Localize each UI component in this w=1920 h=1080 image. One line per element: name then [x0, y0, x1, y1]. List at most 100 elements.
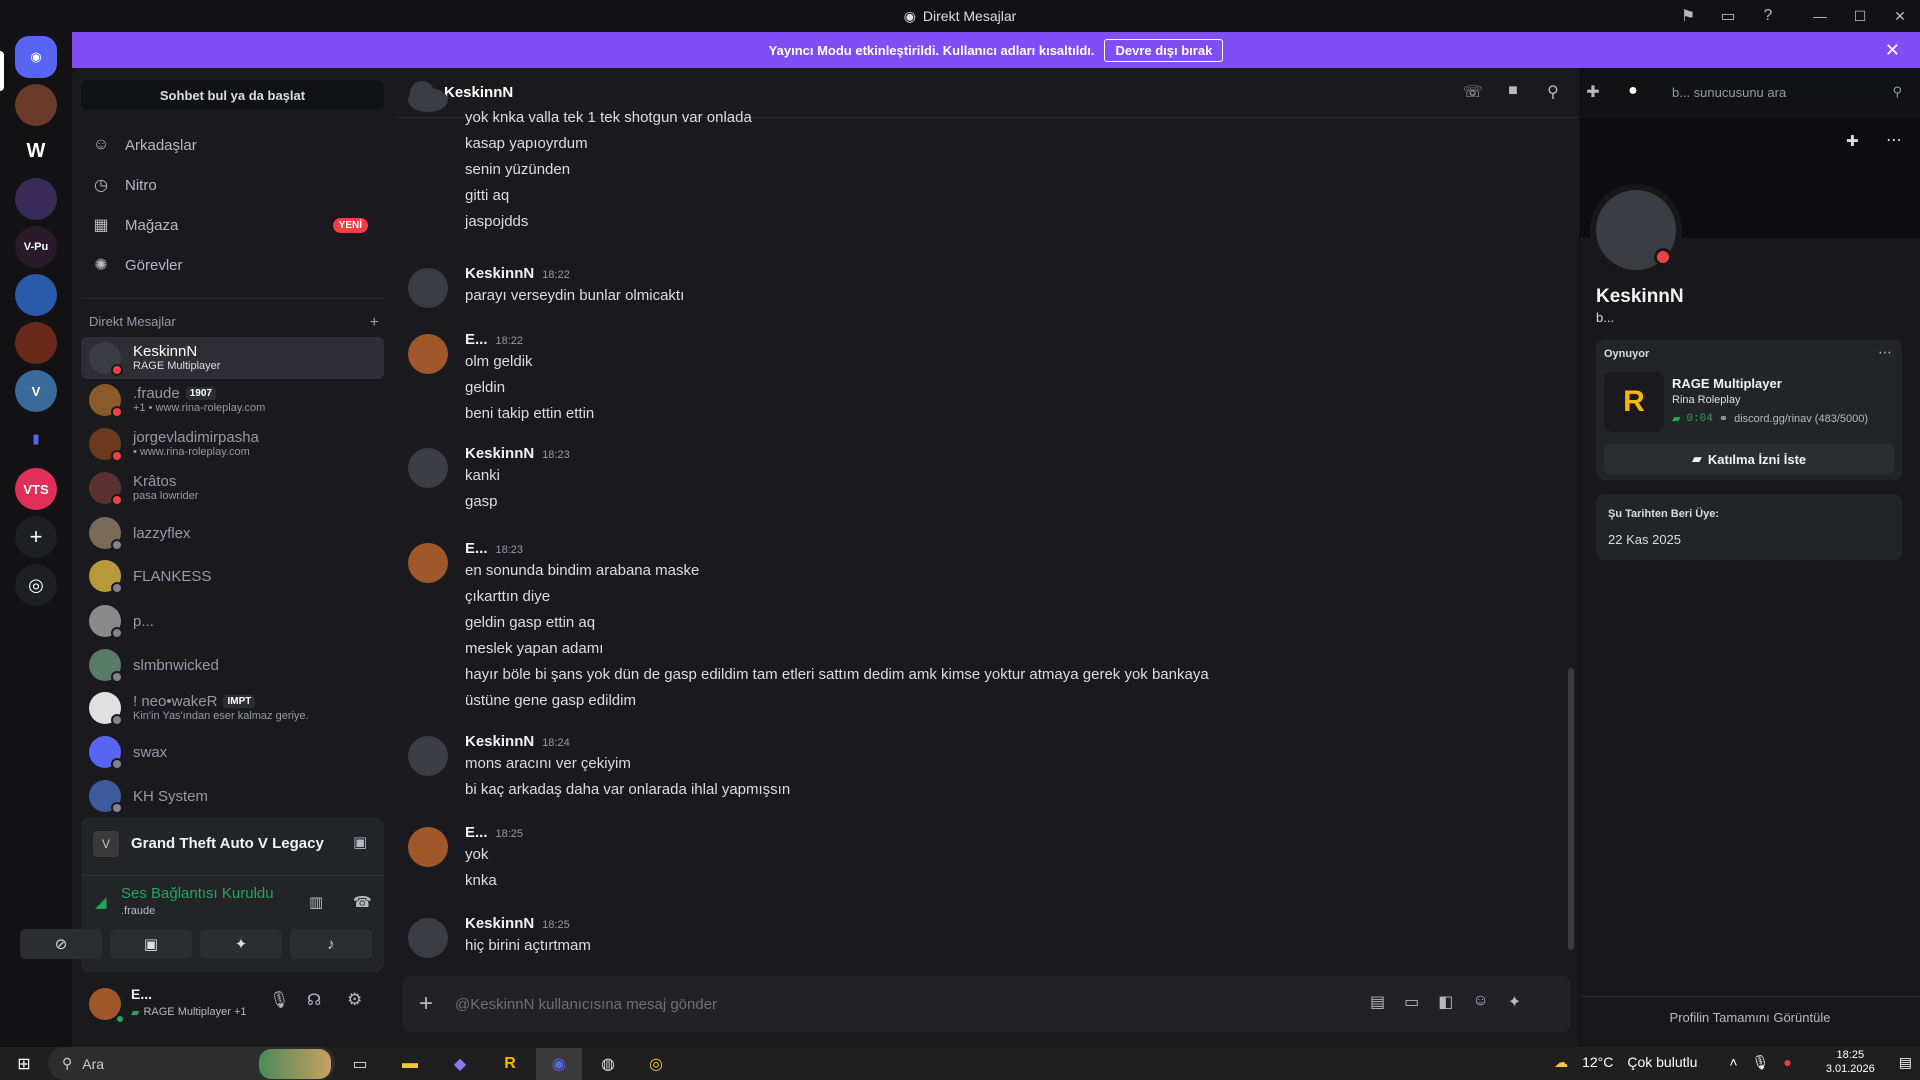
server-icon[interactable] [15, 178, 57, 220]
rage-mp-taskbar-icon[interactable]: R [492, 1048, 528, 1080]
message-avatar[interactable] [408, 827, 448, 867]
settings-gear-icon[interactable]: ⚙ [347, 990, 362, 1010]
user-profile-icon[interactable]: ● [1622, 82, 1644, 102]
activity-icon[interactable]: ▣ [353, 833, 367, 851]
close-icon[interactable]: ✕ [1880, 8, 1920, 25]
signal-icon[interactable]: ◢ [95, 893, 107, 911]
message-avatar[interactable] [408, 543, 448, 583]
message-avatar[interactable] [408, 736, 448, 776]
clock[interactable]: 18:25 3.01.2026 [1826, 1048, 1875, 1076]
headphones-icon[interactable]: ☊ [307, 990, 321, 1010]
message-author[interactable]: KeskinnN [465, 733, 534, 750]
windows-start-icon[interactable]: ⊞ [6, 1048, 42, 1080]
message-avatar[interactable] [408, 88, 448, 112]
nav-friends[interactable]: ☺ Arkadaşlar [81, 126, 384, 164]
apps-icon[interactable]: ✦ [1508, 992, 1521, 1012]
nav-shop[interactable]: ▦ Mağaza YENİ [81, 206, 384, 244]
message-avatar[interactable] [408, 918, 448, 958]
disconnect-icon[interactable]: ☎ [353, 893, 372, 911]
server-icon[interactable]: V-Pu [15, 226, 57, 268]
dm-item[interactable]: .fraude 1907 +1 • www.rina-roleplay.com [81, 379, 384, 421]
message-avatar[interactable] [408, 334, 448, 374]
activities-button[interactable]: ✦ [200, 929, 282, 959]
add-server-icon[interactable]: + [15, 516, 57, 558]
more-options-icon[interactable]: ⋯ [1886, 130, 1902, 150]
tray-chevron-icon[interactable]: ˄ [1729, 1054, 1737, 1070]
server-icon[interactable] [15, 322, 57, 364]
dm-item[interactable]: lazzyflex [81, 512, 384, 554]
copilot-icon[interactable]: ◆ [442, 1048, 478, 1080]
view-full-profile-link[interactable]: Profilin Tamamını Görüntüle [1580, 1010, 1920, 1025]
chat-recipient[interactable]: KeskinnN [444, 84, 513, 101]
voice-call-icon[interactable]: ☏ [1462, 82, 1484, 102]
maximize-icon[interactable]: ☐ [1840, 8, 1880, 25]
soundboard-button[interactable]: ♪ [290, 929, 372, 959]
pin-icon[interactable]: ⚲ [1542, 82, 1564, 102]
gift-icon[interactable]: ▤ [1370, 992, 1385, 1012]
close-icon[interactable]: ✕ [1885, 40, 1900, 61]
discover-icon[interactable]: ◎ [15, 564, 57, 606]
server-icon[interactable] [15, 84, 57, 126]
minimize-icon[interactable]: — [1800, 8, 1840, 24]
dm-item[interactable]: ! neo•wakeR IMPT Kin'in Yas'ından eser kal… [81, 687, 384, 729]
home-discord-icon[interactable]: ◉ [15, 36, 57, 78]
task-view-icon[interactable]: ▭ [342, 1048, 378, 1080]
dm-item[interactable]: p... [81, 600, 384, 642]
ask-to-join-button[interactable]: ▰ Katılma İzni İste [1604, 444, 1894, 474]
screen-share-icon[interactable]: ▭ [1716, 5, 1740, 27]
help-icon[interactable]: ? [1756, 5, 1780, 27]
nav-nitro[interactable]: ◷ Nitro [81, 166, 384, 204]
chrome-icon[interactable]: ◎ [638, 1048, 674, 1080]
find-conversation-button[interactable]: Sohbet bul ya da başlat [81, 80, 384, 110]
chat-scrollbar[interactable] [1568, 668, 1574, 950]
emoji-icon[interactable]: ☺ [1472, 992, 1488, 1012]
dm-item[interactable]: KeskinnN RAGE Multiplayer [81, 337, 384, 379]
dm-item[interactable]: FLANKESS [81, 555, 384, 597]
microphone-icon[interactable]: 🎙︎ [269, 990, 289, 1010]
folder-icon[interactable]: ▮ [21, 424, 51, 454]
add-friend-icon[interactable]: ✚ [1846, 132, 1859, 150]
microphone-tray-icon[interactable]: 🎙︎ [1752, 1054, 1770, 1071]
attach-plus-icon[interactable]: + [419, 990, 433, 1018]
message-author[interactable]: E... [465, 540, 488, 557]
dm-item[interactable]: swax [81, 731, 384, 773]
disable-streamer-mode-button[interactable]: Devre dışı bırak [1104, 38, 1224, 62]
server-icon[interactable]: W [15, 130, 57, 172]
gif-icon[interactable]: ▭ [1404, 992, 1419, 1012]
voice-connected-label[interactable]: Ses Bağlantısı Kuruldu [121, 885, 274, 902]
noise-suppression-icon[interactable]: ▥ [309, 893, 323, 911]
app-taskbar-icon[interactable]: ◍ [590, 1048, 626, 1080]
quests-flag-icon[interactable]: ⚑ [1676, 5, 1700, 27]
sticker-icon[interactable]: ◧ [1438, 992, 1453, 1012]
screen-share-button[interactable]: ▣ [110, 929, 192, 959]
message-author[interactable]: KeskinnN [465, 915, 534, 932]
dm-item[interactable]: jorgevladimirpasha • www.rina-roleplay.co… [81, 423, 384, 465]
tray-app-icon[interactable]: ● [1783, 1054, 1791, 1070]
add-friends-to-dm-icon[interactable]: ✚ [1582, 82, 1604, 102]
voice-channel[interactable]: .fraude [121, 905, 155, 917]
search-input[interactable]: b... sunucusunu ara ⚲ [1664, 79, 1910, 107]
notifications-icon[interactable]: ▤ [1899, 1054, 1912, 1071]
discord-taskbar-icon[interactable]: ◉ [536, 1048, 582, 1080]
server-icon[interactable]: VTS [15, 468, 57, 510]
message-avatar[interactable] [408, 268, 448, 308]
message-author[interactable]: KeskinnN [465, 445, 534, 462]
message-author[interactable]: KeskinnN [465, 265, 534, 282]
server-icon[interactable] [15, 274, 57, 316]
username[interactable]: E... [131, 986, 152, 1002]
message-text: knka [465, 872, 497, 889]
create-dm-icon[interactable]: + [370, 314, 379, 332]
message-author[interactable]: E... [465, 824, 488, 841]
message-author[interactable]: E... [465, 331, 488, 348]
dm-item[interactable]: slmbnwicked [81, 644, 384, 686]
video-call-icon[interactable]: ■ [1502, 82, 1524, 102]
file-explorer-icon[interactable]: ▬ [392, 1048, 428, 1080]
message-avatar[interactable] [408, 448, 448, 488]
nav-quests[interactable]: ✺ Görevler [81, 246, 384, 284]
dm-item[interactable]: KH System [81, 775, 384, 817]
server-icon[interactable]: V [15, 370, 57, 412]
dm-item[interactable]: Krâtos pasa lowrider [81, 467, 384, 509]
camera-off-icon[interactable]: ⊘ [20, 929, 102, 959]
taskbar-search[interactable]: ⚲ Ara [48, 1047, 335, 1080]
activity-more-icon[interactable]: ⋯ [1878, 344, 1892, 361]
